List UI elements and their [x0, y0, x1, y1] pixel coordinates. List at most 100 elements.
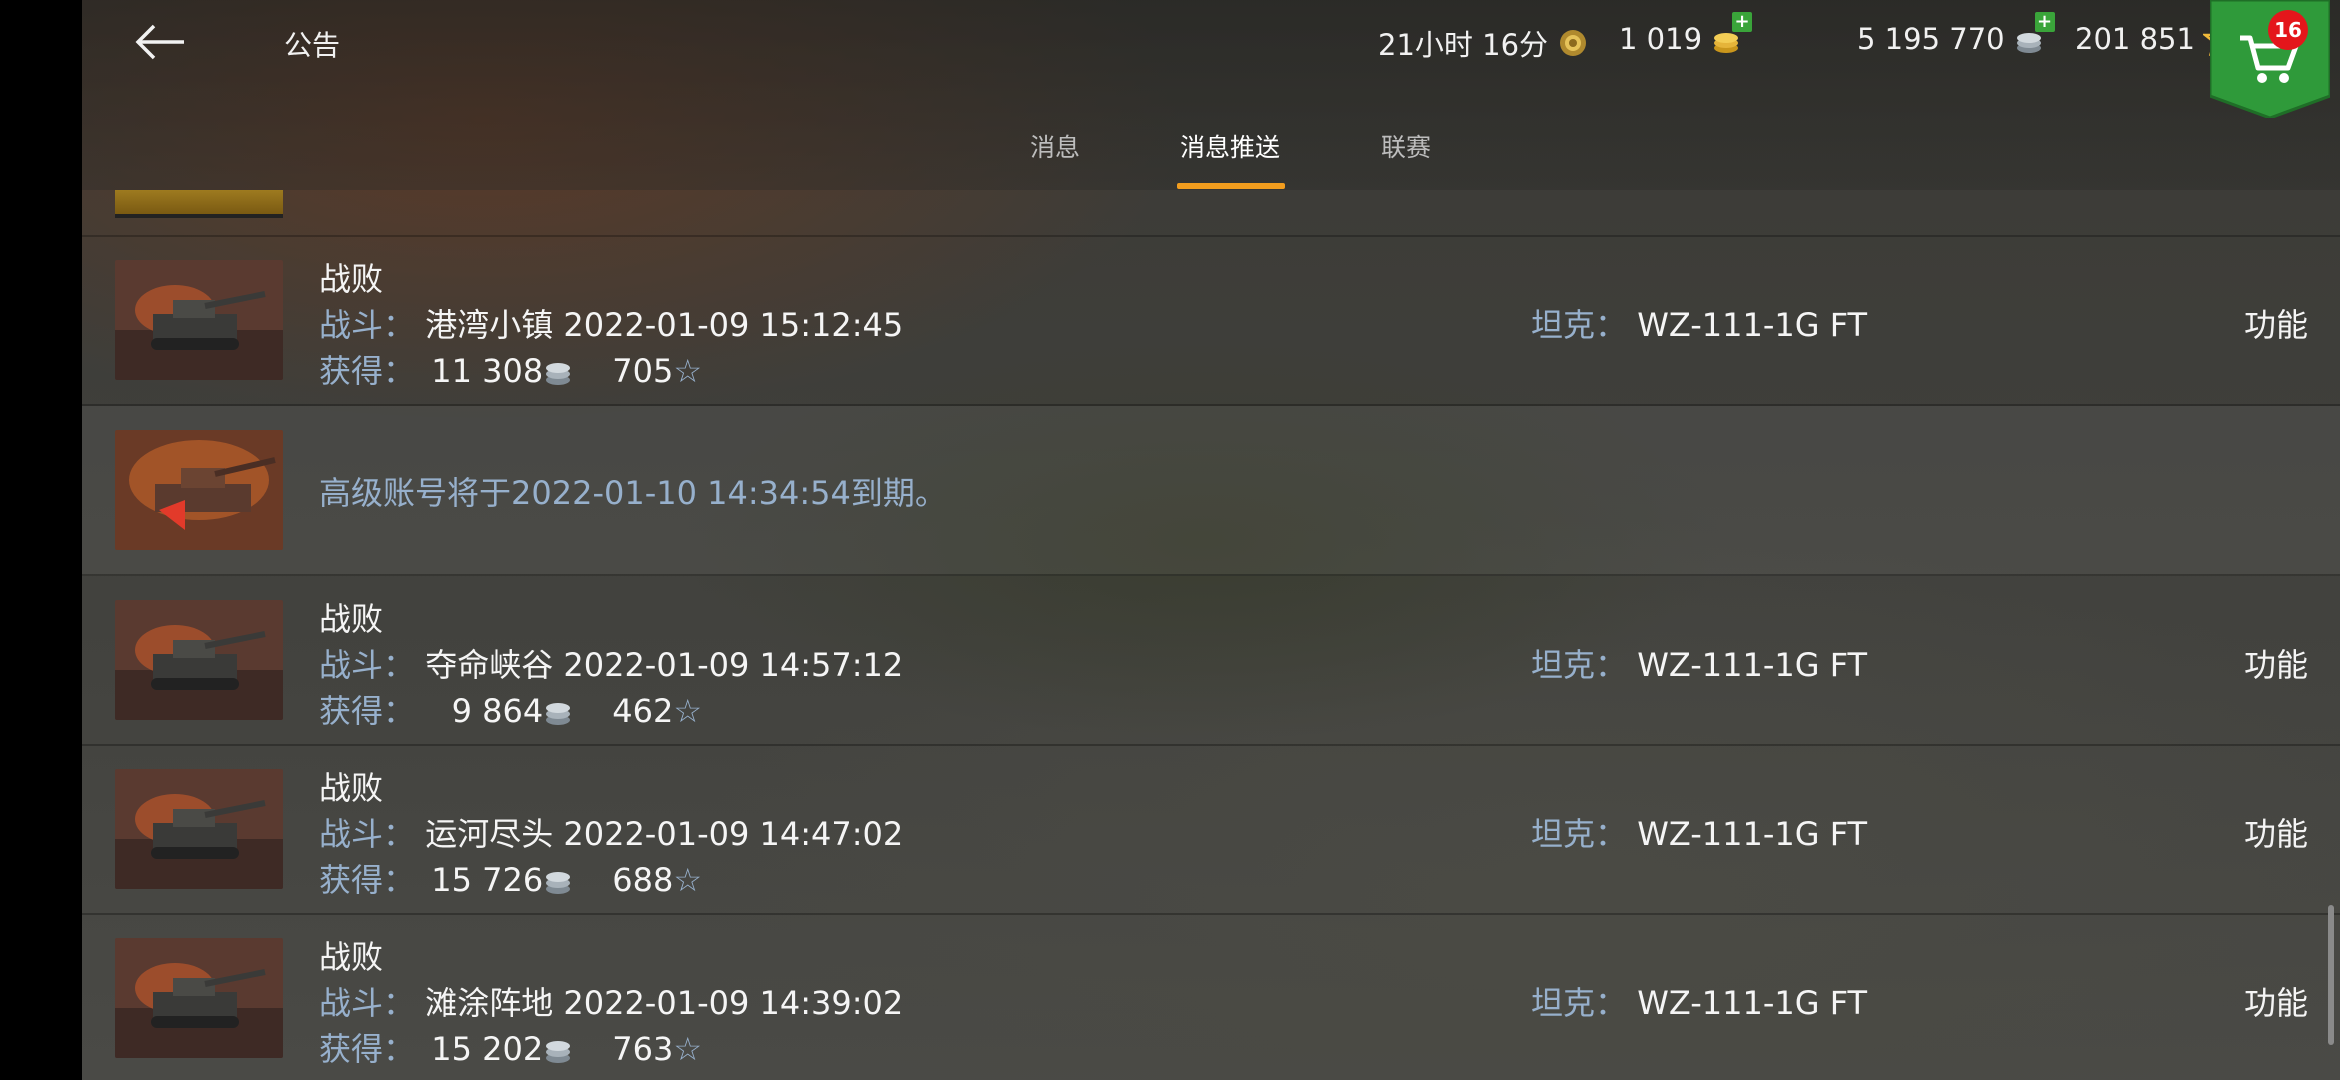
tank-label: 坦克：	[1531, 306, 1628, 344]
tank-fire-image	[115, 938, 283, 1058]
star-icon: ☆	[673, 1030, 703, 1068]
tab-messages[interactable]: 消息	[1030, 128, 1080, 164]
tank-name: WZ-111-1G FT	[1637, 815, 1868, 853]
gold-balance[interactable]: 1 019 +	[1619, 12, 1753, 56]
premium-timer-text: 21小时 16分	[1378, 28, 1549, 62]
earned-line: 获得： 15 202 763☆	[319, 1024, 702, 1070]
result-text: 战败	[319, 938, 384, 976]
list-item-partial[interactable]	[82, 190, 2340, 237]
notice-thumbnail	[115, 430, 283, 550]
message-list[interactable]: 战败 战斗： 港湾小镇 2022-01-09 15:12:45 获得： 11 3…	[82, 190, 2340, 1080]
battle-result-row[interactable]: 战败 战斗： 滩涂阵地 2022-01-09 14:39:02 获得： 15 2…	[82, 914, 2340, 1080]
gold-reward-thumbnail	[115, 190, 283, 218]
tank-line: 坦克： WZ-111-1G FT	[1531, 300, 1867, 346]
earned-label: 获得：	[319, 861, 416, 899]
battle-line: 战斗： 运河尽头 2022-01-09 14:47:02	[319, 809, 903, 855]
result-text: 战败	[319, 600, 384, 638]
shop-badge: 16	[2268, 10, 2308, 50]
map-and-time: 港湾小镇 2022-01-09 15:12:45	[425, 306, 904, 344]
tank-line: 坦克： WZ-111-1G FT	[1531, 640, 1867, 686]
tab-bar: 消息 消息推送 联赛	[82, 128, 2340, 190]
battle-thumbnail	[115, 600, 283, 720]
tank-label: 坦克：	[1531, 815, 1628, 853]
free-xp-amount: 201 851	[2075, 22, 2195, 56]
function-button[interactable]: 功能	[2244, 978, 2308, 1024]
gold-amount: 1 019	[1619, 22, 1703, 56]
star-icon: ☆	[673, 692, 703, 730]
gold-plus-icon[interactable]: +	[1732, 12, 1753, 32]
tank-name: WZ-111-1G FT	[1637, 306, 1868, 344]
premium-timer[interactable]: 21小时 16分	[1378, 22, 1590, 64]
credits-plus-icon[interactable]: +	[2034, 12, 2055, 32]
tab-league[interactable]: 联赛	[1381, 128, 1431, 164]
earned-line: 获得： 15 726 688☆	[319, 855, 702, 901]
earned-label: 获得：	[319, 692, 416, 730]
notice-row[interactable]: 高级账号将于2022-01-10 14:34:54到期。	[82, 406, 2340, 576]
app-root: 公告 21小时 16分 1 019 + 5 195 770 + 201 851 …	[82, 0, 2340, 1080]
credits-earned: 15 726	[431, 861, 544, 899]
tank-fire-image	[115, 769, 283, 889]
shop-button[interactable]	[2208, 0, 2332, 120]
credits-earned: 11 308	[431, 352, 544, 390]
silver-credits-icon	[546, 872, 571, 894]
credits-amount: 5 195 770	[1857, 22, 2005, 56]
battle-label: 战斗：	[319, 815, 416, 853]
function-button[interactable]: 功能	[2244, 809, 2308, 855]
result-text: 战败	[319, 769, 384, 807]
map-and-time: 运河尽头 2022-01-09 14:47:02	[425, 815, 904, 853]
tank-name: WZ-111-1G FT	[1637, 646, 1868, 684]
xp-earned: 763	[612, 1030, 674, 1068]
tank-megaphone-image	[115, 430, 283, 550]
credits-balance[interactable]: 5 195 770 +	[1857, 12, 2055, 56]
battle-line: 战斗： 滩涂阵地 2022-01-09 14:39:02	[319, 978, 903, 1024]
earned-line: 获得： 11 308 705☆	[319, 346, 702, 392]
battle-line: 战斗： 港湾小镇 2022-01-09 15:12:45	[319, 300, 903, 346]
credits-earned: 15 202	[431, 1030, 544, 1068]
silver-credits-icon	[546, 1041, 571, 1063]
earned-label: 获得：	[319, 352, 416, 390]
tank-line: 坦克： WZ-111-1G FT	[1531, 978, 1867, 1024]
battle-thumbnail	[115, 769, 283, 889]
xp-earned: 705	[612, 352, 674, 390]
xp-earned: 688	[612, 861, 674, 899]
battle-label: 战斗：	[319, 306, 416, 344]
battle-line: 战斗： 夺命峡谷 2022-01-09 14:57:12	[319, 640, 903, 686]
battle-label: 战斗：	[319, 646, 416, 684]
star-icon: ☆	[673, 861, 703, 899]
page-title: 公告	[284, 29, 341, 62]
cart-icon	[2208, 0, 2332, 120]
arrow-left-icon	[135, 24, 184, 60]
list-scrollbar[interactable]	[2328, 905, 2334, 1045]
result-text: 战败	[319, 260, 384, 298]
earned-label: 获得：	[319, 1030, 416, 1068]
tank-label: 坦克：	[1531, 646, 1628, 684]
silver-credits-icon	[546, 703, 571, 725]
earned-line: 获得： 9 864 462☆	[319, 686, 702, 732]
map-and-time: 夺命峡谷 2022-01-09 14:57:12	[425, 646, 904, 684]
battle-result-row[interactable]: 战败 战斗： 夺命峡谷 2022-01-09 14:57:12 获得： 9 86…	[82, 576, 2340, 746]
back-button[interactable]	[128, 14, 192, 70]
tank-fire-image	[115, 260, 283, 380]
silver-credits-icon	[546, 363, 571, 385]
credits-earned: 9 864	[451, 692, 544, 730]
function-button[interactable]: 功能	[2244, 640, 2308, 686]
silver-credits-icon: +	[2013, 12, 2055, 56]
tank-line: 坦克： WZ-111-1G FT	[1531, 809, 1867, 855]
battle-label: 战斗：	[319, 984, 416, 1022]
battle-thumbnail	[115, 938, 283, 1058]
battle-thumbnail	[115, 260, 283, 380]
active-tab-indicator	[1177, 183, 1285, 189]
tank-fire-image	[115, 600, 283, 720]
map-and-time: 滩涂阵地 2022-01-09 14:39:02	[425, 984, 904, 1022]
tab-message-push[interactable]: 消息推送	[1180, 128, 1280, 164]
tank-name: WZ-111-1G FT	[1637, 984, 1868, 1022]
battle-result-row[interactable]: 战败 战斗： 港湾小镇 2022-01-09 15:12:45 获得： 11 3…	[82, 236, 2340, 406]
gold-coins-icon: +	[1710, 12, 1753, 56]
xp-earned: 462	[612, 692, 674, 730]
battle-result-row[interactable]: 战败 战斗： 运河尽头 2022-01-09 14:47:02 获得： 15 7…	[82, 745, 2340, 915]
premium-laurel-icon	[1560, 30, 1587, 56]
tank-label: 坦克：	[1531, 984, 1628, 1022]
function-button[interactable]: 功能	[2244, 300, 2308, 346]
star-icon: ☆	[673, 352, 703, 390]
notice-text: 高级账号将于2022-01-10 14:34:54到期。	[319, 474, 947, 512]
